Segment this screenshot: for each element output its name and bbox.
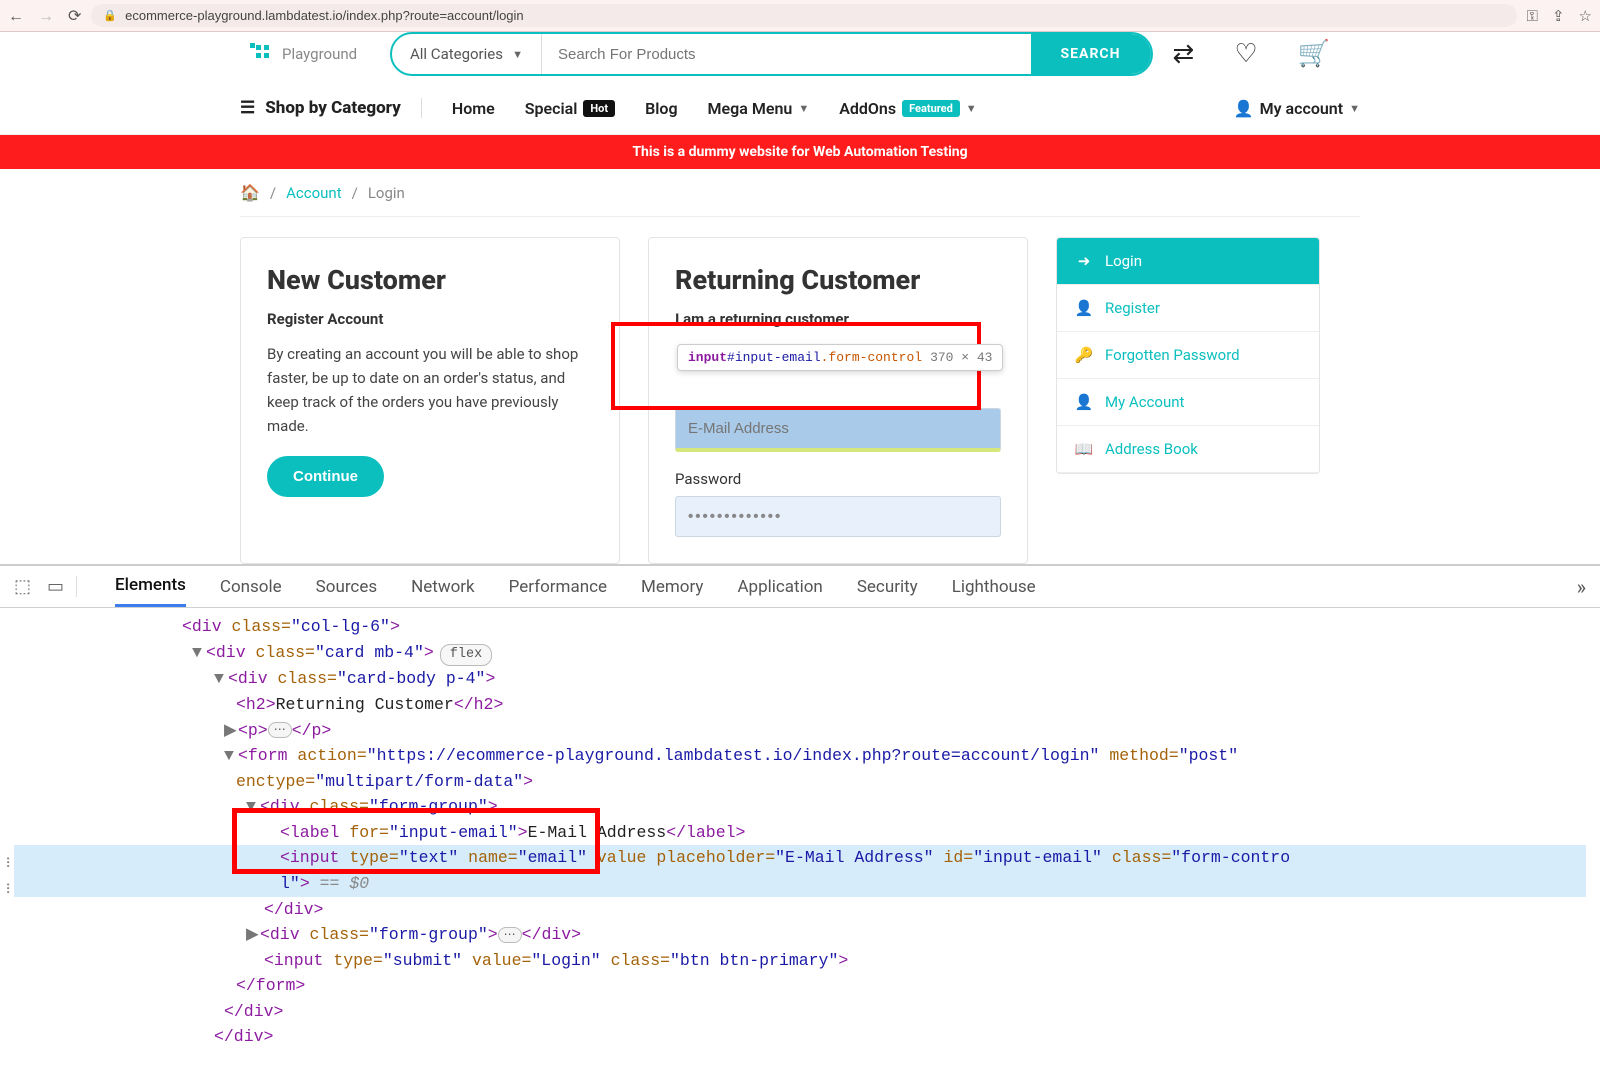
nav-my-account[interactable]: 👤 My account ▼ [1234, 99, 1360, 118]
new-customer-title: New Customer [267, 264, 593, 296]
back-icon[interactable]: ← [8, 6, 24, 26]
sidebar-item-my-account[interactable]: 👤 My Account [1057, 379, 1319, 426]
logo-icon [250, 43, 276, 65]
tab-lighthouse[interactable]: Lighthouse [952, 568, 1036, 606]
breadcrumb: 🏠 / Account / Login [240, 169, 1360, 217]
tab-memory[interactable]: Memory [641, 568, 703, 606]
key-icon[interactable]: ⚿ [1527, 7, 1538, 25]
lock-icon: 🔒 [103, 9, 117, 22]
inspect-icon[interactable]: ⬚ [14, 576, 31, 597]
inspector-tooltip: input#input-email.form-control370 × 43 [677, 344, 1003, 371]
url-text: ecommerce-playground.lambdatest.io/index… [125, 8, 524, 23]
continue-button[interactable]: Continue [267, 456, 384, 497]
tab-sources[interactable]: Sources [316, 568, 377, 606]
password-input[interactable] [675, 496, 1001, 537]
selected-dom-node[interactable]: <input type="text" name="email" value pl… [14, 845, 1586, 871]
main-nav: ☰ Shop by Category Home Special Hot Blog… [240, 82, 1360, 134]
chevron-down-icon: ▼ [512, 48, 523, 61]
search-bar: All Categories ▼ SEARCH [390, 32, 1153, 76]
chevron-down-icon: ▼ [1349, 102, 1360, 115]
key-icon: 🔑 [1075, 346, 1093, 364]
user-icon: 👤 [1234, 99, 1254, 118]
nav-addons[interactable]: AddOns Featured ▼ [839, 99, 976, 118]
user-icon: 👤 [1075, 393, 1093, 411]
nav-mega-menu[interactable]: Mega Menu ▼ [708, 99, 810, 118]
tab-console[interactable]: Console [220, 568, 282, 606]
menu-icon: ☰ [240, 98, 255, 118]
devtools-tabs: ⬚ ▭ Elements Console Sources Network Per… [0, 566, 1600, 608]
new-customer-card: New Customer Register Account By creatin… [240, 237, 620, 564]
more-tabs-icon[interactable]: » [1577, 575, 1586, 599]
register-icon: 👤 [1075, 299, 1093, 317]
compare-icon[interactable]: ⇄ [1173, 39, 1195, 69]
cart-icon[interactable]: 🛒 [1298, 39, 1330, 69]
tab-performance[interactable]: Performance [509, 568, 607, 606]
nav-home[interactable]: Home [452, 99, 495, 118]
new-customer-subtitle: Register Account [267, 310, 593, 328]
login-icon: ➜ [1075, 252, 1093, 270]
sidebar-item-login[interactable]: ➜ Login [1057, 238, 1319, 285]
share-icon[interactable]: ⇪ [1552, 7, 1565, 25]
home-icon[interactable]: 🏠 [240, 183, 260, 202]
wishlist-icon[interactable]: ♡ [1234, 39, 1257, 69]
tab-application[interactable]: Application [737, 568, 822, 606]
search-button[interactable]: SEARCH [1031, 34, 1151, 74]
tab-network[interactable]: Network [411, 568, 475, 606]
reload-icon[interactable]: ⟳ [68, 6, 81, 26]
sidebar-item-forgotten-password[interactable]: 🔑 Forgotten Password [1057, 332, 1319, 379]
tab-security[interactable]: Security [857, 568, 918, 606]
sidebar-item-register[interactable]: 👤 Register [1057, 285, 1319, 332]
sidebar-item-address-book[interactable]: 📖 Address Book [1057, 426, 1319, 473]
site-logo[interactable]: Playground [240, 43, 390, 65]
nav-blog[interactable]: Blog [645, 99, 677, 118]
book-icon: 📖 [1075, 440, 1093, 458]
info-banner: This is a dummy website for Web Automati… [0, 135, 1600, 169]
search-input[interactable] [542, 34, 1031, 74]
nav-special[interactable]: Special Hot [525, 99, 615, 118]
devtools-panel: ⬚ ▭ Elements Console Sources Network Per… [0, 564, 1600, 1069]
forward-icon[interactable]: → [38, 6, 54, 26]
device-icon[interactable]: ▭ [47, 576, 64, 597]
email-input[interactable] [675, 408, 1001, 452]
password-label: Password [675, 470, 1001, 488]
breadcrumb-login: Login [368, 184, 405, 202]
shop-by-category-button[interactable]: ☰ Shop by Category [240, 98, 422, 118]
chevron-down-icon: ▼ [798, 102, 809, 115]
star-icon[interactable]: ☆ [1579, 7, 1592, 25]
account-sidebar: ➜ Login 👤 Register 🔑 Forgotten Password … [1056, 237, 1320, 474]
search-category-dropdown[interactable]: All Categories ▼ [392, 34, 542, 74]
returning-customer-card: Returning Customer I am a returning cust… [648, 237, 1028, 564]
hot-badge: Hot [583, 100, 615, 117]
returning-title: Returning Customer [675, 264, 1001, 296]
dom-tree[interactable]: <div class="col-lg-6"> ▼<div class="card… [0, 608, 1600, 1069]
returning-subtitle: I am a returning customer [675, 310, 1001, 328]
new-customer-text: By creating an account you will be able … [267, 342, 593, 438]
browser-toolbar: ← → ⟳ 🔒 ecommerce-playground.lambdatest.… [0, 0, 1600, 32]
address-bar[interactable]: 🔒 ecommerce-playground.lambdatest.io/ind… [91, 4, 1516, 27]
tab-elements[interactable]: Elements [115, 566, 186, 607]
breadcrumb-account[interactable]: Account [286, 184, 342, 202]
chevron-down-icon: ▼ [966, 102, 977, 115]
featured-badge: Featured [902, 100, 960, 117]
